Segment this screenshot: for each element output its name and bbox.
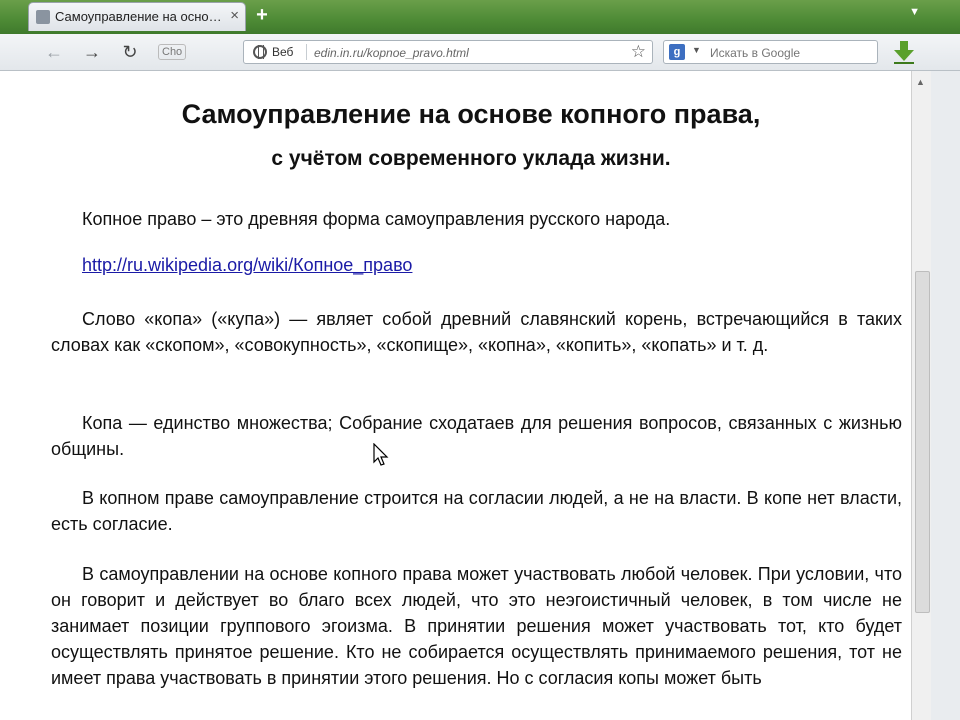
paragraph-3: Копа — единство множества; Собрание сход… — [51, 413, 902, 459]
close-icon[interactable]: × — [230, 7, 239, 24]
page-title: Самоуправление на основе копного права, — [181, 99, 761, 129]
chevron-down-icon[interactable]: ▼ — [692, 45, 701, 55]
search-bar[interactable]: g ▼ — [663, 40, 878, 64]
download-icon[interactable] — [893, 39, 915, 65]
paragraph-1: Копное право – это древняя форма самоупр… — [82, 209, 671, 229]
mouse-cursor-icon — [373, 443, 389, 466]
search-input[interactable] — [708, 43, 872, 63]
url-separator — [306, 44, 307, 60]
wikipedia-link[interactable]: http://ru.wikipedia.org/wiki/Копное_прав… — [82, 255, 412, 276]
google-icon[interactable]: g — [669, 44, 685, 60]
speed-dial-button[interactable]: Сhо — [158, 44, 187, 60]
page-subtitle: с учётом современного уклада жизни. — [271, 147, 671, 170]
globe-icon — [253, 45, 267, 59]
paragraph-5: В самоуправлении на основе копного права… — [51, 564, 902, 688]
page-content: Самоуправление на основе копного права, … — [31, 71, 911, 720]
new-tab-button[interactable]: + — [252, 5, 272, 25]
reload-button[interactable]: ↻ — [118, 40, 142, 64]
page-icon — [36, 10, 50, 24]
tab-menu-icon[interactable]: ▼ — [909, 6, 920, 18]
url-input[interactable] — [312, 43, 616, 63]
tab-title: Самоуправление на осно… — [55, 9, 222, 24]
vertical-scrollbar[interactable]: ▲ — [911, 71, 931, 720]
forward-button[interactable]: → — [80, 40, 104, 64]
window-frame-right — [931, 71, 960, 720]
tab-active[interactable]: Самоуправление на осно… × — [28, 2, 246, 31]
scroll-thumb[interactable] — [915, 271, 930, 613]
paragraph-4: В копном праве самоуправление строится н… — [51, 488, 902, 534]
paragraph-2: Слово «копа» («купа») — являет собой дре… — [51, 309, 902, 355]
address-bar[interactable]: Веб ☆ — [243, 40, 653, 64]
tab-strip: Самоуправление на осно… × + ▼ — [0, 0, 960, 34]
bookmark-star-icon[interactable]: ☆ — [631, 42, 646, 62]
back-button[interactable]: ← — [42, 40, 66, 64]
scroll-up-icon[interactable]: ▲ — [916, 77, 925, 87]
url-scheme-label: Веб — [272, 45, 294, 59]
navigation-toolbar: ← → ↻ Сhо Веб ☆ g ▼ — [0, 34, 960, 71]
